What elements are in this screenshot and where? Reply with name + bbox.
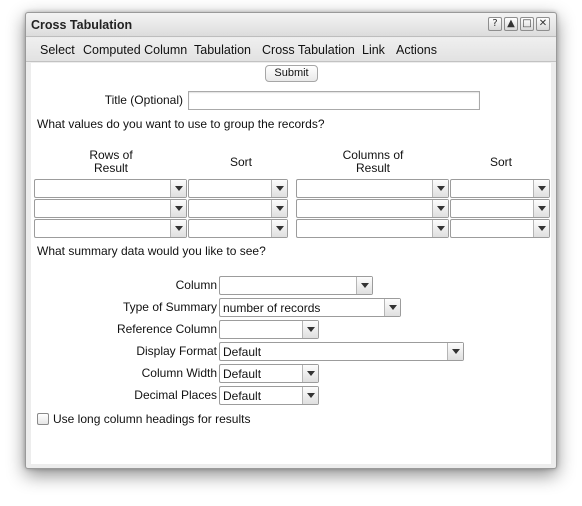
collapse-icon[interactable]: ▲ — [504, 17, 518, 31]
chevron-down-icon — [432, 220, 448, 237]
menu-item-select[interactable]: Select — [40, 43, 75, 57]
columns-of-result-select-3[interactable] — [296, 219, 449, 238]
type-of-summary-value: number of records — [223, 301, 321, 315]
close-icon[interactable]: ✕ — [536, 17, 550, 31]
type-of-summary-select[interactable]: number of records — [219, 298, 401, 317]
column-width-select[interactable]: Default — [219, 364, 319, 383]
group-question: What values do you want to use to group … — [37, 117, 325, 131]
type-of-summary-label: Type of Summary — [122, 300, 217, 314]
sort-columns-select-2[interactable] — [450, 199, 550, 218]
rows-of-result-select-3[interactable] — [34, 219, 187, 238]
chevron-down-icon — [432, 180, 448, 197]
maximize-icon[interactable]: □ — [520, 17, 534, 31]
sort-rows-select-1[interactable] — [188, 179, 288, 198]
columns-of-result-select-2[interactable] — [296, 199, 449, 218]
reference-column-select[interactable] — [219, 320, 319, 339]
decimal-places-value: Default — [223, 389, 262, 403]
chevron-down-icon — [271, 220, 287, 237]
sort-columns-select-3[interactable] — [450, 219, 550, 238]
chevron-down-icon — [302, 321, 318, 338]
chevron-down-icon — [271, 200, 287, 217]
display-format-value: Default — [223, 345, 262, 359]
chevron-down-icon — [447, 343, 463, 360]
help-icon[interactable]: ? — [488, 17, 502, 31]
submit-button[interactable]: Submit — [265, 65, 318, 82]
window-titlebar[interactable]: Cross Tabulation ? ▲ □ ✕ — [26, 13, 556, 37]
chevron-down-icon — [384, 299, 400, 316]
form-panel: Submit Title (Optional) What values do y… — [31, 63, 551, 464]
summary-question: What summary data would you like to see? — [37, 244, 266, 258]
decimal-places-select[interactable]: Default — [219, 386, 319, 405]
menu-item-tabulation[interactable]: Tabulation — [194, 43, 251, 57]
menu-bar: Select Computed Column Tabulation Cross … — [26, 38, 556, 62]
sort-rows-header: Sort — [229, 155, 252, 169]
menu-item-computed-column[interactable]: Computed Column — [83, 43, 187, 57]
sort-rows-select-3[interactable] — [188, 219, 288, 238]
reference-column-label: Reference Column — [116, 322, 217, 336]
rows-of-result-select-2[interactable] — [34, 199, 187, 218]
window-title: Cross Tabulation — [31, 18, 133, 32]
chevron-down-icon — [302, 365, 318, 382]
rows-of-result-header: Rows of Result — [89, 148, 133, 175]
chevron-down-icon — [432, 200, 448, 217]
menu-item-actions[interactable]: Actions — [396, 43, 437, 57]
sort-columns-header: Sort — [489, 155, 512, 169]
column-select[interactable] — [219, 276, 373, 295]
title-input[interactable] — [188, 91, 480, 110]
chevron-down-icon — [170, 180, 186, 197]
chevron-down-icon — [170, 200, 186, 217]
chevron-down-icon — [302, 387, 318, 404]
column-label: Column — [175, 278, 217, 292]
title-label: Title (Optional) — [104, 93, 183, 107]
chevron-down-icon — [170, 220, 186, 237]
window-controls: ? ▲ □ ✕ — [488, 17, 550, 31]
decimal-places-label: Decimal Places — [134, 388, 217, 402]
column-width-label: Column Width — [141, 366, 217, 380]
display-format-select[interactable]: Default — [219, 342, 464, 361]
sort-rows-select-2[interactable] — [188, 199, 288, 218]
menu-item-cross-tabulation[interactable]: Cross Tabulation — [262, 43, 355, 57]
columns-of-result-header: Columns of Result — [342, 148, 404, 175]
cross-tabulation-window: Cross Tabulation ? ▲ □ ✕ Select Computed… — [25, 12, 557, 469]
chevron-down-icon — [271, 180, 287, 197]
chevron-down-icon — [533, 220, 549, 237]
columns-of-result-select-1[interactable] — [296, 179, 449, 198]
chevron-down-icon — [533, 200, 549, 217]
chevron-down-icon — [533, 180, 549, 197]
rows-of-result-select-1[interactable] — [34, 179, 187, 198]
long-headings-checkbox[interactable] — [37, 413, 49, 425]
sort-columns-select-1[interactable] — [450, 179, 550, 198]
menu-item-link[interactable]: Link — [362, 43, 385, 57]
chevron-down-icon — [356, 277, 372, 294]
column-width-value: Default — [223, 367, 262, 381]
display-format-label: Display Format — [136, 344, 217, 358]
long-headings-label: Use long column headings for results — [53, 412, 251, 426]
